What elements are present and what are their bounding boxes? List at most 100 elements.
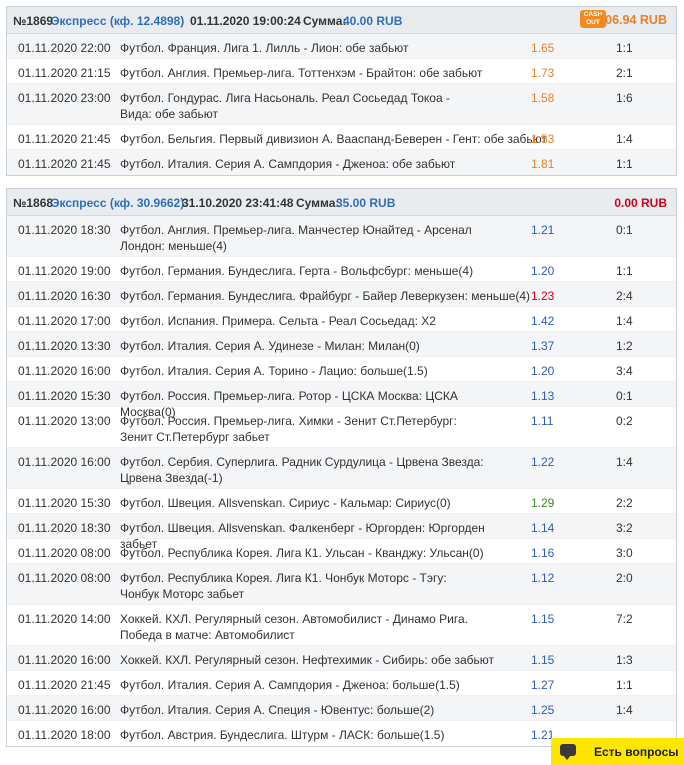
event-odds: 1.29 bbox=[531, 496, 555, 510]
event-odds: 1.12 bbox=[531, 571, 555, 585]
event-date: 01.11.2020 17:00 bbox=[18, 314, 111, 328]
event-score: 3:2 bbox=[616, 521, 633, 535]
event-odds: 1.81 bbox=[531, 157, 555, 171]
event-date: 01.11.2020 08:00 bbox=[18, 571, 111, 585]
event-name: Футбол. Италия. Серия А. Специя - Ювенту… bbox=[120, 703, 435, 717]
event-date: 01.11.2020 16:00 bbox=[18, 653, 111, 667]
event-name: Футбол. Республика Корея. Лига К1. Ульса… bbox=[120, 546, 484, 560]
event-date: 01.11.2020 18:30 bbox=[18, 223, 111, 237]
bet-card-1868: №1868 Экспресс (кф. 30.9662) 31.10.2020 … bbox=[6, 188, 677, 747]
event-row: 01.11.2020 18:30 Футбол. Англия. Премьер… bbox=[7, 216, 676, 257]
event-name: Футбол. Англия. Премьер-лига. Тоттенхэм … bbox=[120, 66, 483, 80]
bet-sum-value: 35.00 RUB bbox=[336, 196, 396, 210]
event-date: 01.11.2020 16:00 bbox=[18, 703, 111, 717]
event-date: 01.11.2020 23:00 bbox=[18, 91, 111, 105]
event-score: 2:1 bbox=[616, 66, 633, 80]
bet-type[interactable]: Экспресс (кф. 12.4898) bbox=[51, 14, 184, 28]
event-odds: 1.15 bbox=[531, 612, 555, 626]
event-row: 01.11.2020 16:00 Хоккей. КХЛ. Регулярный… bbox=[7, 646, 676, 671]
bet-header: №1869 Экспресс (кф. 12.4898) 01.11.2020 … bbox=[7, 7, 676, 34]
event-odds: 1.11 bbox=[531, 414, 554, 428]
bet-type[interactable]: Экспресс (кф. 30.9662) bbox=[51, 196, 184, 210]
event-score: 7:2 bbox=[616, 612, 633, 626]
event-row: 01.11.2020 08:00 Футбол. Республика Коре… bbox=[7, 564, 676, 605]
event-name: Футбол. Испания. Примера. Сельта - Реал … bbox=[120, 314, 436, 328]
event-name: Футбол. Италия. Серия А. Сампдория - Дже… bbox=[120, 157, 456, 171]
event-odds: 1.25 bbox=[531, 703, 555, 717]
event-date: 01.11.2020 13:00 bbox=[18, 414, 111, 428]
event-score: 1:4 bbox=[616, 703, 633, 717]
bet-events: 01.11.2020 22:00 Футбол. Франция. Лига 1… bbox=[7, 34, 676, 175]
event-score: 3:4 bbox=[616, 364, 633, 378]
bet-header: №1868 Экспресс (кф. 30.9662) 31.10.2020 … bbox=[7, 189, 676, 216]
event-odds: 1.65 bbox=[531, 41, 555, 55]
event-name: Футбол. Италия. Серия А. Торино - Лацио:… bbox=[120, 364, 428, 378]
event-date: 01.11.2020 13:30 bbox=[18, 339, 111, 353]
event-name: Футбол. Республика Корея. Лига К1. Чонбу… bbox=[120, 571, 447, 601]
event-date: 01.11.2020 15:30 bbox=[18, 496, 111, 510]
event-date: 01.11.2020 21:45 bbox=[18, 132, 111, 146]
event-odds: 1.21 bbox=[531, 223, 555, 237]
help-widget-label: Есть вопросы bbox=[594, 745, 679, 759]
event-odds: 1.22 bbox=[531, 455, 555, 469]
event-odds: 1.37 bbox=[531, 339, 555, 353]
event-date: 01.11.2020 16:30 bbox=[18, 289, 111, 303]
bet-date: 01.11.2020 19:00:24 bbox=[190, 14, 301, 28]
event-date: 01.11.2020 14:00 bbox=[18, 612, 111, 626]
event-date: 01.11.2020 16:00 bbox=[18, 455, 111, 469]
event-odds: 1.16 bbox=[531, 546, 555, 560]
event-name: Футбол. Италия. Серия А. Удинезе - Милан… bbox=[120, 339, 420, 353]
event-name: Футбол. Гондурас. Лига Насьональ. Реал С… bbox=[120, 91, 450, 121]
help-widget-button[interactable]: Есть вопросы bbox=[551, 738, 684, 765]
event-name: Футбол. Италия. Серия А. Сампдория - Дже… bbox=[120, 678, 460, 692]
bet-events: 01.11.2020 18:30 Футбол. Англия. Премьер… bbox=[7, 216, 676, 746]
event-row: 01.11.2020 21:45 Футбол. Италия. Серия А… bbox=[7, 150, 676, 175]
event-name: Футбол. Франция. Лига 1. Лилль - Лион: о… bbox=[120, 41, 409, 55]
event-date: 01.11.2020 08:00 bbox=[18, 546, 111, 560]
event-row: 01.11.2020 15:30 Футбол. Россия. Премьер… bbox=[7, 382, 676, 419]
event-row: 01.11.2020 13:00 Футбол. Россия. Премьер… bbox=[7, 407, 676, 448]
event-name: Футбол. Германия. Бундеслига. Фрайбург -… bbox=[120, 289, 531, 303]
event-odds: 1.13 bbox=[531, 389, 555, 403]
event-name: Футбол. Сербия. Суперлига. Радник Сурдул… bbox=[120, 455, 484, 485]
event-row: 01.11.2020 16:30 Футбол. Германия. Бунде… bbox=[7, 282, 676, 307]
event-row: 01.11.2020 16:00 Футбол. Сербия. Суперли… bbox=[7, 448, 676, 489]
event-name: Хоккей. КХЛ. Регулярный сезон. Нефтехими… bbox=[120, 653, 495, 667]
event-odds: 1.42 bbox=[531, 314, 555, 328]
event-name: Футбол. Англия. Премьер-лига. Манчестер … bbox=[120, 223, 472, 253]
bet-sum-value: 40.00 RUB bbox=[343, 14, 403, 28]
event-row: 01.11.2020 14:00 Хоккей. КХЛ. Регулярный… bbox=[7, 605, 676, 646]
event-score: 2:0 bbox=[616, 571, 633, 585]
event-name: Хоккей. КХЛ. Регулярный сезон. Автомобил… bbox=[120, 612, 468, 642]
event-odds: 1.20 bbox=[531, 364, 555, 378]
event-score: 2:4 bbox=[616, 289, 633, 303]
event-row: 01.11.2020 17:00 Футбол. Испания. Пример… bbox=[7, 307, 676, 332]
bet-result: 0.00 RUB bbox=[614, 196, 667, 210]
event-score: 0:1 bbox=[616, 223, 633, 237]
event-odds: 1.58 bbox=[531, 91, 555, 105]
event-score: 2:2 bbox=[616, 496, 633, 510]
event-score: 1:1 bbox=[616, 678, 633, 692]
event-score: 1:4 bbox=[616, 132, 633, 146]
event-date: 01.11.2020 18:00 bbox=[18, 728, 111, 742]
event-odds: 1.27 bbox=[531, 678, 555, 692]
event-odds: 1.23 bbox=[531, 289, 555, 303]
event-name: Футбол. Швеция. Allsvenskan. Сириус - Ка… bbox=[120, 496, 451, 510]
event-date: 01.11.2020 16:00 bbox=[18, 364, 111, 378]
bet-result: 106.94 RUB bbox=[598, 13, 667, 27]
event-row: 01.11.2020 13:30 Футбол. Италия. Серия А… bbox=[7, 332, 676, 357]
bet-number: №1869 bbox=[13, 14, 54, 28]
event-row: 01.11.2020 22:00 Футбол. Франция. Лига 1… bbox=[7, 34, 676, 59]
event-row: 01.11.2020 16:00 Футбол. Италия. Серия А… bbox=[7, 357, 676, 382]
event-score: 1:1 bbox=[616, 157, 633, 171]
event-name: Футбол. Австрия. Бундеслига. Штурм - ЛАС… bbox=[120, 728, 445, 742]
event-score: 1:6 bbox=[616, 91, 633, 105]
event-odds: 1.15 bbox=[531, 653, 555, 667]
event-score: 1:2 bbox=[616, 339, 633, 353]
event-date: 01.11.2020 15:30 bbox=[18, 389, 111, 403]
bet-sum-label: Сумма: bbox=[303, 14, 347, 28]
event-score: 1:4 bbox=[616, 455, 633, 469]
event-name: Футбол. Германия. Бундеслига. Герта - Во… bbox=[120, 264, 474, 278]
event-row: 01.11.2020 15:30 Футбол. Швеция. Allsven… bbox=[7, 489, 676, 514]
chat-bubble-icon bbox=[560, 744, 576, 760]
